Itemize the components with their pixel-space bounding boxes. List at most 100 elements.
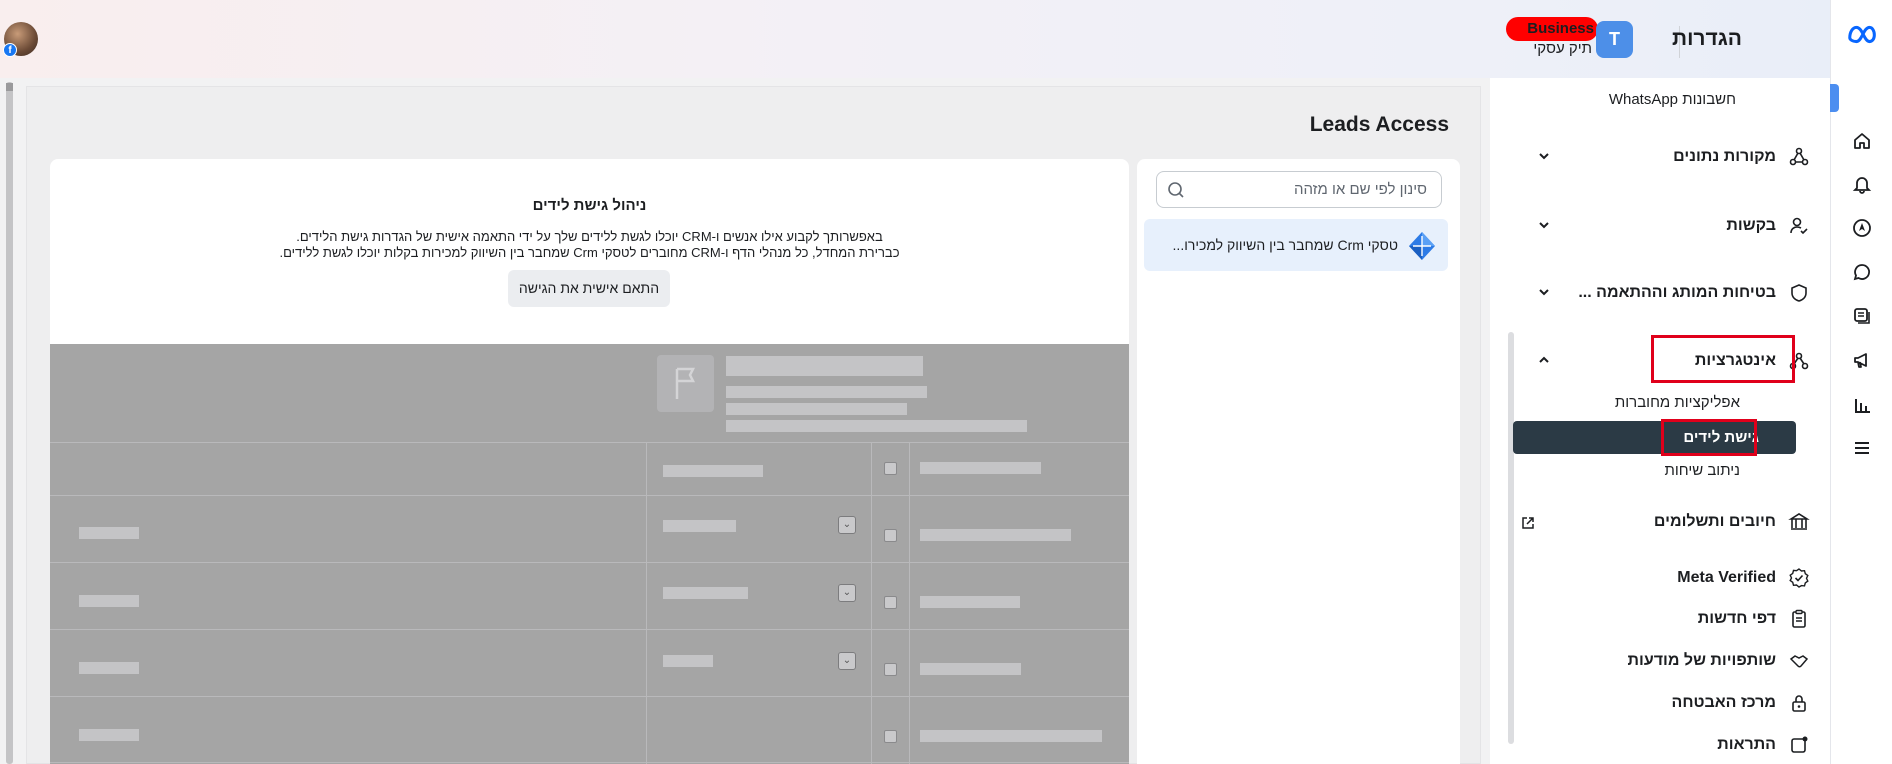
table-border bbox=[50, 629, 1129, 630]
sidebar-item-brand-safety[interactable]: בטיחות המותג וההתאמה ... bbox=[1578, 282, 1810, 304]
placeholder-bar bbox=[79, 662, 139, 674]
row-checkbox bbox=[884, 730, 897, 743]
row-checkbox bbox=[884, 663, 897, 676]
bell-icon[interactable] bbox=[1850, 172, 1874, 196]
table-border bbox=[909, 442, 910, 764]
sidebar-item-requests[interactable]: בקשות bbox=[1726, 215, 1810, 237]
sidebar-subitem-connected-apps[interactable]: אפליקציות מחוברות bbox=[1615, 394, 1740, 411]
sidebar-item-notifications[interactable]: התראות bbox=[1717, 734, 1810, 756]
table-border bbox=[50, 696, 1129, 697]
sidebar-item-billing[interactable]: חיובים ותשלומים bbox=[1654, 511, 1810, 533]
placeholder-bar bbox=[920, 462, 1041, 474]
home-icon[interactable] bbox=[1850, 129, 1874, 153]
insights-icon[interactable] bbox=[1850, 393, 1874, 417]
sidebar-item-meta-verified[interactable]: Meta Verified bbox=[1677, 567, 1810, 589]
sidebar-subitem-conversation-routing[interactable]: ניתוב שיחות bbox=[1664, 462, 1740, 479]
sidebar-item-news-pages[interactable]: דפי חדשות bbox=[1698, 608, 1810, 630]
clipboard-icon bbox=[1792, 609, 1806, 628]
icon-rail bbox=[1825, 0, 1892, 764]
leads-access-title: Leads Access bbox=[1309, 113, 1449, 136]
sidebar-item-label: התראות bbox=[1717, 736, 1776, 753]
page-title: הגדרות bbox=[1672, 27, 1742, 50]
sidebar-item-label: Meta Verified bbox=[1677, 569, 1776, 586]
compass-icon[interactable] bbox=[1850, 216, 1874, 240]
flag-placeholder-icon bbox=[657, 355, 714, 412]
sidebar-item-whatsapp-accounts[interactable]: חשבונות WhatsApp bbox=[1609, 91, 1736, 108]
table-border bbox=[50, 442, 1129, 443]
highlight-box-leads-access bbox=[1661, 419, 1757, 456]
placeholder-bar bbox=[663, 465, 763, 477]
sidebar-item-label: מקורות נתונים bbox=[1673, 148, 1776, 165]
placeholder-bar bbox=[920, 730, 1102, 742]
sidebar-item-label: מרכז האבטחה bbox=[1671, 694, 1777, 711]
sidebar-item-label: שותפויות של מודעות bbox=[1627, 652, 1776, 669]
sidebar-item-label: בטיחות המותג וההתאמה ... bbox=[1578, 284, 1776, 301]
search-placeholder: סינון לפי שם או מזהה bbox=[1293, 181, 1427, 198]
row-checkbox bbox=[884, 596, 897, 609]
card-description-line1: באפשרותך לקבוע אילו אנשים ו-CRM יוכלו לג… bbox=[296, 229, 883, 244]
placeholder-bar bbox=[920, 663, 1021, 675]
table-border bbox=[50, 495, 1129, 496]
disabled-table-overlay: ⌄ ⌄ ⌄ bbox=[50, 344, 1129, 764]
row-dropdown: ⌄ bbox=[838, 516, 856, 534]
top-bar: f Business תיק עסקי T הגדרות bbox=[0, 0, 1830, 78]
main-content: Leads Access סינון לפי שם או מזהה טסקי C… bbox=[26, 86, 1481, 764]
shield-icon bbox=[1791, 284, 1807, 302]
leads-access-card: ניהול גישת לידים באפשרותך לקבוע אילו אנש… bbox=[50, 159, 1129, 764]
content-icon[interactable] bbox=[1850, 304, 1874, 328]
chevron-down-icon[interactable] bbox=[1537, 149, 1551, 163]
table-border bbox=[646, 442, 647, 764]
sidebar-item-label: דפי חדשות bbox=[1697, 610, 1776, 627]
chat-icon[interactable] bbox=[1850, 260, 1874, 284]
row-dropdown: ⌄ bbox=[838, 652, 856, 670]
placeholder-bar bbox=[920, 529, 1071, 541]
sidebar-item-security-center[interactable]: מרכז האבטחה bbox=[1672, 692, 1811, 714]
placeholder-bar bbox=[79, 595, 139, 607]
highlight-box-integrations bbox=[1651, 335, 1795, 383]
business-avatar[interactable]: T bbox=[1596, 21, 1633, 58]
sidebar-item-label: חיובים ותשלומים bbox=[1653, 513, 1776, 530]
placeholder-bar bbox=[663, 587, 748, 599]
chevron-down-icon[interactable] bbox=[1537, 285, 1551, 299]
verified-icon bbox=[1789, 568, 1809, 588]
placeholder-bar bbox=[79, 527, 139, 539]
business-name[interactable]: Business bbox=[1527, 20, 1594, 37]
search-icon bbox=[1168, 182, 1184, 198]
placeholder-bar bbox=[79, 729, 139, 741]
business-type: תיק עסקי bbox=[1533, 40, 1592, 57]
table-border bbox=[50, 562, 1129, 563]
row-checkbox bbox=[884, 529, 897, 542]
external-link-icon[interactable] bbox=[1520, 515, 1536, 531]
list-item[interactable]: טסקי Crm שמחבר בין השיווק למכירו... bbox=[1144, 219, 1448, 271]
sidebar-item-data-sources[interactable]: מקורות נתונים bbox=[1673, 146, 1810, 168]
chevron-down-icon[interactable] bbox=[1537, 218, 1551, 232]
settings-sidebar: חשבונות WhatsApp מקורות נתונים בקשות בטי… bbox=[1490, 78, 1830, 764]
placeholder-bar bbox=[726, 420, 1027, 432]
placeholder-bar bbox=[663, 520, 736, 532]
placeholder-bar bbox=[726, 403, 907, 415]
menu-icon[interactable] bbox=[1850, 436, 1874, 460]
sidebar-item-ad-partnerships[interactable]: שותפויות של מודעות bbox=[1628, 650, 1810, 672]
bank-icon bbox=[1788, 513, 1810, 530]
crm-app-icon bbox=[1409, 232, 1435, 260]
placeholder-bar bbox=[726, 386, 927, 398]
handshake-icon bbox=[1789, 655, 1809, 668]
customize-access-button[interactable]: התאם אישית את הגישה bbox=[508, 270, 670, 307]
search-input[interactable]: סינון לפי שם או מזהה bbox=[1156, 171, 1442, 208]
sidebar-scrollbar[interactable] bbox=[1508, 332, 1514, 744]
facebook-badge-icon: f bbox=[3, 43, 17, 57]
placeholder-bar bbox=[920, 596, 1020, 608]
notification-icon bbox=[1791, 736, 1808, 753]
main-scrollbar[interactable] bbox=[6, 82, 13, 764]
profile-avatar[interactable]: f bbox=[3, 22, 38, 57]
lock-icon bbox=[1792, 695, 1806, 712]
meta-logo-icon[interactable] bbox=[1846, 22, 1880, 46]
data-sources-icon bbox=[1789, 147, 1809, 166]
megaphone-icon[interactable] bbox=[1850, 348, 1874, 372]
placeholder-bar bbox=[663, 655, 713, 667]
placeholder-bar bbox=[726, 356, 923, 376]
scroll-up-arrow[interactable] bbox=[6, 83, 13, 91]
chevron-up-icon[interactable] bbox=[1537, 353, 1551, 367]
list-item-label: טסקי Crm שמחבר בין השיווק למכירו... bbox=[1172, 237, 1398, 253]
card-description-line2: כברירת המחדל, כל מנהלי הדף ו-CRM מחוברים… bbox=[279, 245, 900, 260]
